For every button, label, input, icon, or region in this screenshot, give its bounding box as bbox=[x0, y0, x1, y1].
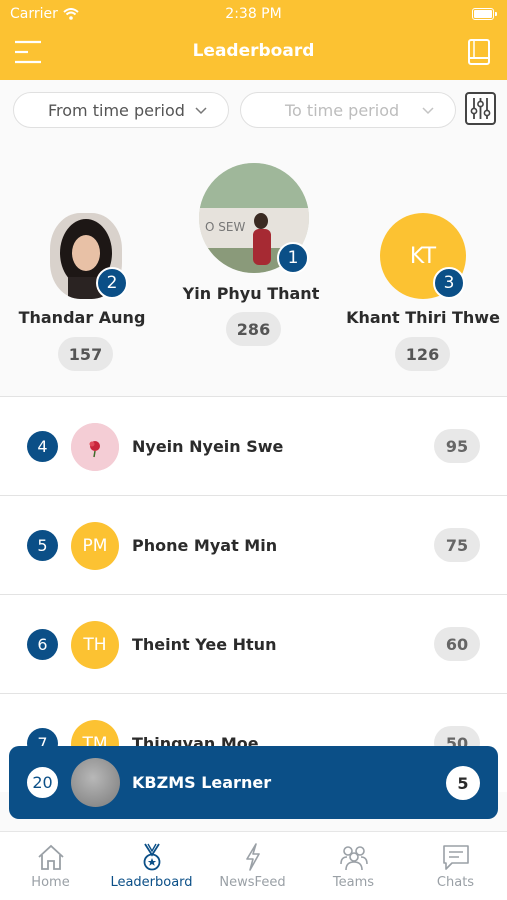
tab-label: Teams bbox=[332, 875, 375, 890]
score-badge: 5 bbox=[446, 766, 480, 800]
user-name: Nyein Nyein Swe bbox=[132, 437, 284, 456]
podium-name: Thandar Aung bbox=[18, 308, 146, 327]
filter-bar: From time period To time period bbox=[0, 80, 507, 138]
rank-badge: 6 bbox=[27, 629, 58, 660]
list-item[interactable]: 5 PM Phone Myat Min 75 bbox=[0, 495, 507, 594]
score-badge: 60 bbox=[434, 627, 480, 661]
tab-teams[interactable]: Teams bbox=[303, 832, 404, 900]
book-icon[interactable] bbox=[467, 38, 491, 66]
tab-label: Leaderboard bbox=[110, 875, 193, 890]
team-icon bbox=[340, 846, 368, 871]
current-user-rank-bar[interactable]: 20 KBZMS Learner 5 bbox=[9, 746, 498, 819]
battery-icon bbox=[472, 8, 497, 20]
rank-badge: 20 bbox=[27, 767, 58, 798]
rank-badge: 4 bbox=[27, 431, 58, 462]
tab-label: Chats bbox=[436, 875, 475, 890]
bottom-tab-bar: Home Leaderboard NewsFeed Teams Chats bbox=[0, 831, 507, 900]
lightning-icon bbox=[246, 843, 260, 871]
rank-badge: 2 bbox=[96, 267, 128, 299]
svg-text:O SEW: O SEW bbox=[205, 220, 245, 234]
score-badge: 286 bbox=[226, 312, 281, 346]
tab-home[interactable]: Home bbox=[0, 832, 101, 900]
chevron-down-icon bbox=[422, 107, 434, 115]
rank-badge: 3 bbox=[433, 267, 465, 299]
list-item[interactable]: 6 TH Theint Yee Htun 60 bbox=[0, 594, 507, 693]
podium-name: Yin Phyu Thant bbox=[182, 284, 320, 303]
top-three-podium: 2 Thandar Aung 157 O SEW 1 Yin Phyu Than… bbox=[0, 138, 507, 396]
user-name: Phone Myat Min bbox=[132, 536, 278, 555]
from-period-select[interactable]: From time period bbox=[13, 92, 229, 128]
score-badge: 95 bbox=[434, 429, 480, 463]
podium-name: Khant Thiri Thwe bbox=[346, 308, 500, 327]
chat-icon bbox=[443, 845, 469, 870]
avatar: PM bbox=[71, 522, 119, 570]
tab-newsfeed[interactable]: NewsFeed bbox=[202, 832, 303, 900]
chevron-down-icon bbox=[195, 107, 207, 115]
to-period-select[interactable]: To time period bbox=[240, 92, 456, 128]
home-icon bbox=[38, 844, 64, 870]
to-period-label: To time period bbox=[285, 100, 400, 120]
nav-bar: Leaderboard bbox=[0, 28, 507, 80]
avatar bbox=[71, 758, 120, 807]
avatar: TH bbox=[71, 621, 119, 669]
user-name: Theint Yee Htun bbox=[132, 635, 277, 654]
score-badge: 157 bbox=[58, 337, 113, 371]
medal-icon bbox=[143, 843, 161, 871]
tab-label: Home bbox=[31, 875, 70, 890]
list-item[interactable]: 4 Nyein Nyein Swe 95 bbox=[0, 396, 507, 495]
score-badge: 126 bbox=[395, 337, 450, 371]
status-bar: Carrier 2:38 PM bbox=[0, 0, 507, 28]
avatar bbox=[71, 423, 119, 471]
rank-badge: 1 bbox=[277, 242, 309, 274]
tab-leaderboard[interactable]: Leaderboard bbox=[101, 832, 202, 900]
tab-chats[interactable]: Chats bbox=[405, 832, 506, 900]
status-time: 2:38 PM bbox=[225, 6, 282, 22]
page-title: Leaderboard bbox=[192, 41, 315, 61]
sliders-icon[interactable] bbox=[465, 92, 496, 125]
tab-label: NewsFeed bbox=[219, 875, 286, 890]
score-badge: 75 bbox=[434, 528, 480, 562]
app-header: Carrier 2:38 PM Leaderboard bbox=[0, 0, 507, 80]
from-period-label: From time period bbox=[48, 100, 185, 120]
user-name: KBZMS Learner bbox=[132, 773, 272, 792]
rank-badge: 5 bbox=[27, 530, 58, 561]
